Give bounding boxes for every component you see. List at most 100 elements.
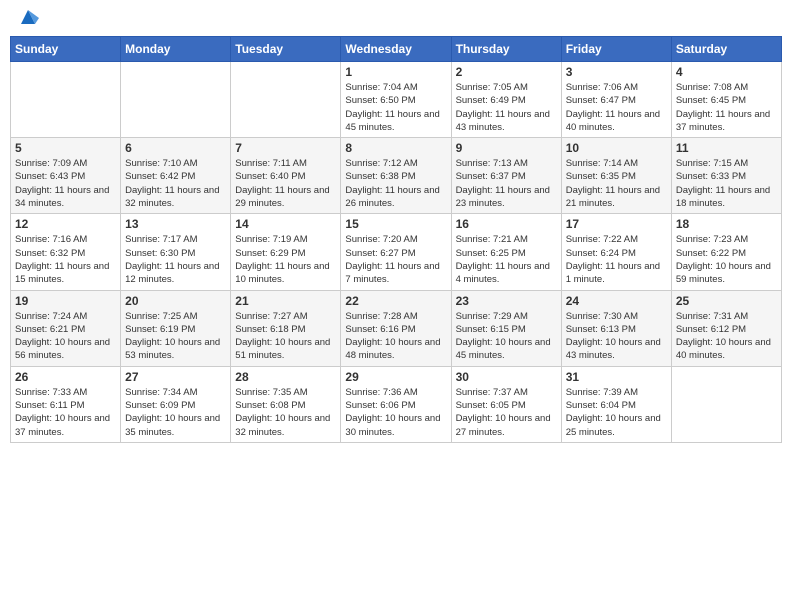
day-info: Sunrise: 7:20 AM Sunset: 6:27 PM Dayligh… bbox=[345, 233, 446, 286]
day-number: 27 bbox=[125, 370, 226, 384]
day-info: Sunrise: 7:35 AM Sunset: 6:08 PM Dayligh… bbox=[235, 386, 336, 439]
calendar-cell: 30 Sunrise: 7:37 AM Sunset: 6:05 PM Dayl… bbox=[451, 366, 561, 442]
day-number: 29 bbox=[345, 370, 446, 384]
day-info: Sunrise: 7:21 AM Sunset: 6:25 PM Dayligh… bbox=[456, 233, 557, 286]
day-number: 28 bbox=[235, 370, 336, 384]
calendar-cell: 8 Sunrise: 7:12 AM Sunset: 6:38 PM Dayli… bbox=[341, 138, 451, 214]
day-info: Sunrise: 7:04 AM Sunset: 6:50 PM Dayligh… bbox=[345, 81, 446, 134]
day-info: Sunrise: 7:17 AM Sunset: 6:30 PM Dayligh… bbox=[125, 233, 226, 286]
calendar-cell: 3 Sunrise: 7:06 AM Sunset: 6:47 PM Dayli… bbox=[561, 62, 671, 138]
calendar-cell: 18 Sunrise: 7:23 AM Sunset: 6:22 PM Dayl… bbox=[671, 214, 781, 290]
day-number: 8 bbox=[345, 141, 446, 155]
day-info: Sunrise: 7:33 AM Sunset: 6:11 PM Dayligh… bbox=[15, 386, 116, 439]
day-info: Sunrise: 7:23 AM Sunset: 6:22 PM Dayligh… bbox=[676, 233, 777, 286]
calendar-cell: 26 Sunrise: 7:33 AM Sunset: 6:11 PM Dayl… bbox=[11, 366, 121, 442]
week-row-3: 12 Sunrise: 7:16 AM Sunset: 6:32 PM Dayl… bbox=[11, 214, 782, 290]
week-row-1: 1 Sunrise: 7:04 AM Sunset: 6:50 PM Dayli… bbox=[11, 62, 782, 138]
day-number: 3 bbox=[566, 65, 667, 79]
day-number: 7 bbox=[235, 141, 336, 155]
weekday-header-sunday: Sunday bbox=[11, 37, 121, 62]
week-row-5: 26 Sunrise: 7:33 AM Sunset: 6:11 PM Dayl… bbox=[11, 366, 782, 442]
calendar-cell: 23 Sunrise: 7:29 AM Sunset: 6:15 PM Dayl… bbox=[451, 290, 561, 366]
day-number: 24 bbox=[566, 294, 667, 308]
day-info: Sunrise: 7:34 AM Sunset: 6:09 PM Dayligh… bbox=[125, 386, 226, 439]
weekday-header-saturday: Saturday bbox=[671, 37, 781, 62]
day-number: 23 bbox=[456, 294, 557, 308]
calendar-cell: 28 Sunrise: 7:35 AM Sunset: 6:08 PM Dayl… bbox=[231, 366, 341, 442]
day-number: 26 bbox=[15, 370, 116, 384]
day-number: 14 bbox=[235, 217, 336, 231]
day-number: 18 bbox=[676, 217, 777, 231]
calendar-cell bbox=[671, 366, 781, 442]
day-number: 17 bbox=[566, 217, 667, 231]
calendar-cell: 29 Sunrise: 7:36 AM Sunset: 6:06 PM Dayl… bbox=[341, 366, 451, 442]
day-number: 15 bbox=[345, 217, 446, 231]
day-info: Sunrise: 7:10 AM Sunset: 6:42 PM Dayligh… bbox=[125, 157, 226, 210]
calendar-cell: 19 Sunrise: 7:24 AM Sunset: 6:21 PM Dayl… bbox=[11, 290, 121, 366]
calendar-cell: 20 Sunrise: 7:25 AM Sunset: 6:19 PM Dayl… bbox=[121, 290, 231, 366]
day-info: Sunrise: 7:27 AM Sunset: 6:18 PM Dayligh… bbox=[235, 310, 336, 363]
calendar-cell bbox=[231, 62, 341, 138]
day-info: Sunrise: 7:11 AM Sunset: 6:40 PM Dayligh… bbox=[235, 157, 336, 210]
calendar-cell: 1 Sunrise: 7:04 AM Sunset: 6:50 PM Dayli… bbox=[341, 62, 451, 138]
calendar-cell: 2 Sunrise: 7:05 AM Sunset: 6:49 PM Dayli… bbox=[451, 62, 561, 138]
calendar-cell bbox=[121, 62, 231, 138]
day-number: 16 bbox=[456, 217, 557, 231]
day-info: Sunrise: 7:36 AM Sunset: 6:06 PM Dayligh… bbox=[345, 386, 446, 439]
calendar-cell: 22 Sunrise: 7:28 AM Sunset: 6:16 PM Dayl… bbox=[341, 290, 451, 366]
weekday-header-wednesday: Wednesday bbox=[341, 37, 451, 62]
day-info: Sunrise: 7:13 AM Sunset: 6:37 PM Dayligh… bbox=[456, 157, 557, 210]
calendar-cell: 31 Sunrise: 7:39 AM Sunset: 6:04 PM Dayl… bbox=[561, 366, 671, 442]
calendar-cell: 21 Sunrise: 7:27 AM Sunset: 6:18 PM Dayl… bbox=[231, 290, 341, 366]
calendar-cell bbox=[11, 62, 121, 138]
day-info: Sunrise: 7:06 AM Sunset: 6:47 PM Dayligh… bbox=[566, 81, 667, 134]
calendar-cell: 27 Sunrise: 7:34 AM Sunset: 6:09 PM Dayl… bbox=[121, 366, 231, 442]
day-number: 12 bbox=[15, 217, 116, 231]
calendar-cell: 5 Sunrise: 7:09 AM Sunset: 6:43 PM Dayli… bbox=[11, 138, 121, 214]
weekday-header-friday: Friday bbox=[561, 37, 671, 62]
day-info: Sunrise: 7:15 AM Sunset: 6:33 PM Dayligh… bbox=[676, 157, 777, 210]
day-number: 11 bbox=[676, 141, 777, 155]
day-number: 21 bbox=[235, 294, 336, 308]
day-number: 2 bbox=[456, 65, 557, 79]
day-number: 13 bbox=[125, 217, 226, 231]
weekday-header-row: SundayMondayTuesdayWednesdayThursdayFrid… bbox=[11, 37, 782, 62]
day-number: 9 bbox=[456, 141, 557, 155]
week-row-4: 19 Sunrise: 7:24 AM Sunset: 6:21 PM Dayl… bbox=[11, 290, 782, 366]
week-row-2: 5 Sunrise: 7:09 AM Sunset: 6:43 PM Dayli… bbox=[11, 138, 782, 214]
calendar-cell: 24 Sunrise: 7:30 AM Sunset: 6:13 PM Dayl… bbox=[561, 290, 671, 366]
day-number: 1 bbox=[345, 65, 446, 79]
day-info: Sunrise: 7:09 AM Sunset: 6:43 PM Dayligh… bbox=[15, 157, 116, 210]
calendar-cell: 13 Sunrise: 7:17 AM Sunset: 6:30 PM Dayl… bbox=[121, 214, 231, 290]
day-number: 22 bbox=[345, 294, 446, 308]
calendar-cell: 6 Sunrise: 7:10 AM Sunset: 6:42 PM Dayli… bbox=[121, 138, 231, 214]
calendar-cell: 7 Sunrise: 7:11 AM Sunset: 6:40 PM Dayli… bbox=[231, 138, 341, 214]
day-info: Sunrise: 7:12 AM Sunset: 6:38 PM Dayligh… bbox=[345, 157, 446, 210]
day-info: Sunrise: 7:19 AM Sunset: 6:29 PM Dayligh… bbox=[235, 233, 336, 286]
day-number: 6 bbox=[125, 141, 226, 155]
calendar-cell: 4 Sunrise: 7:08 AM Sunset: 6:45 PM Dayli… bbox=[671, 62, 781, 138]
calendar-cell: 14 Sunrise: 7:19 AM Sunset: 6:29 PM Dayl… bbox=[231, 214, 341, 290]
day-number: 25 bbox=[676, 294, 777, 308]
page-header bbox=[10, 10, 782, 28]
day-info: Sunrise: 7:31 AM Sunset: 6:12 PM Dayligh… bbox=[676, 310, 777, 363]
day-info: Sunrise: 7:39 AM Sunset: 6:04 PM Dayligh… bbox=[566, 386, 667, 439]
day-info: Sunrise: 7:28 AM Sunset: 6:16 PM Dayligh… bbox=[345, 310, 446, 363]
day-number: 30 bbox=[456, 370, 557, 384]
weekday-header-thursday: Thursday bbox=[451, 37, 561, 62]
day-number: 20 bbox=[125, 294, 226, 308]
calendar-cell: 16 Sunrise: 7:21 AM Sunset: 6:25 PM Dayl… bbox=[451, 214, 561, 290]
day-info: Sunrise: 7:22 AM Sunset: 6:24 PM Dayligh… bbox=[566, 233, 667, 286]
weekday-header-tuesday: Tuesday bbox=[231, 37, 341, 62]
day-info: Sunrise: 7:08 AM Sunset: 6:45 PM Dayligh… bbox=[676, 81, 777, 134]
day-number: 4 bbox=[676, 65, 777, 79]
day-info: Sunrise: 7:25 AM Sunset: 6:19 PM Dayligh… bbox=[125, 310, 226, 363]
day-number: 5 bbox=[15, 141, 116, 155]
calendar-cell: 17 Sunrise: 7:22 AM Sunset: 6:24 PM Dayl… bbox=[561, 214, 671, 290]
weekday-header-monday: Monday bbox=[121, 37, 231, 62]
day-info: Sunrise: 7:05 AM Sunset: 6:49 PM Dayligh… bbox=[456, 81, 557, 134]
calendar-table: SundayMondayTuesdayWednesdayThursdayFrid… bbox=[10, 36, 782, 443]
calendar-cell: 10 Sunrise: 7:14 AM Sunset: 6:35 PM Dayl… bbox=[561, 138, 671, 214]
calendar-cell: 11 Sunrise: 7:15 AM Sunset: 6:33 PM Dayl… bbox=[671, 138, 781, 214]
day-info: Sunrise: 7:16 AM Sunset: 6:32 PM Dayligh… bbox=[15, 233, 116, 286]
